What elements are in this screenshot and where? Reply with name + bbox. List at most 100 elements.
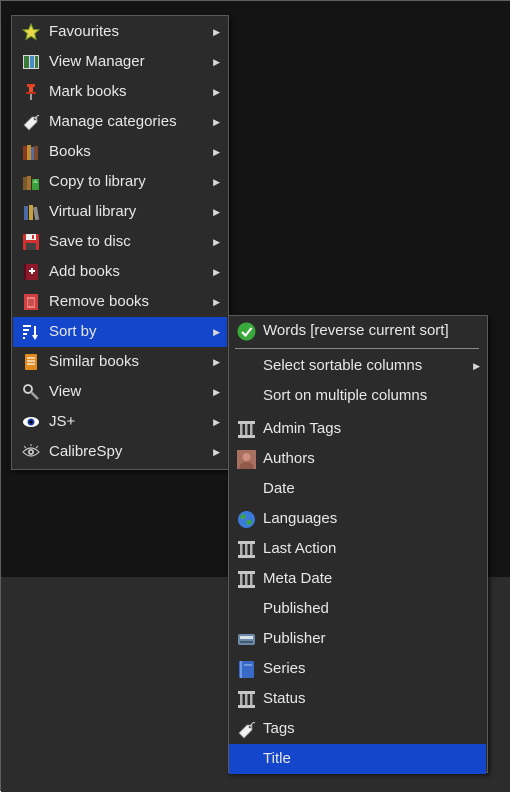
sort-column-meta-date[interactable]: Meta Date bbox=[229, 564, 487, 594]
magnifier-icon bbox=[23, 384, 39, 400]
sort-column-authors[interactable]: Authors bbox=[229, 444, 487, 474]
sort-by-submenu: Words [reverse current sort] Select sort… bbox=[228, 315, 488, 774]
menu-item-label: Sort by bbox=[49, 323, 97, 340]
submenu-arrow-icon: ▶ bbox=[213, 417, 220, 427]
column-icon bbox=[238, 691, 255, 708]
menu-item-js-plus[interactable]: JS+ ▶ bbox=[13, 407, 227, 437]
menu-item-books[interactable]: Books ▶ bbox=[13, 137, 227, 167]
menu-item-label: Last Action bbox=[263, 540, 337, 557]
menu-item-save-to-disc[interactable]: Save to disc ▶ bbox=[13, 227, 227, 257]
view-manager-icon bbox=[23, 55, 39, 69]
menu-item-similar-books[interactable]: Similar books ▶ bbox=[13, 347, 227, 377]
menu-item-virtual-library[interactable]: Virtual library ▶ bbox=[13, 197, 227, 227]
submenu-item-select-sortable-columns[interactable]: Select sortable columns ▶ bbox=[229, 351, 487, 381]
menu-item-label: Publisher bbox=[263, 630, 326, 647]
author-icon bbox=[237, 450, 256, 469]
similar-books-icon bbox=[25, 354, 37, 370]
menu-item-label: View Manager bbox=[49, 53, 145, 70]
menu-item-label: Books bbox=[49, 143, 91, 160]
menu-item-label: Published bbox=[263, 600, 329, 617]
menu-item-remove-books[interactable]: Remove books ▶ bbox=[13, 287, 227, 317]
menu-item-label: Favourites bbox=[49, 23, 120, 40]
books-icon bbox=[23, 145, 38, 160]
menu-spacer bbox=[229, 412, 487, 413]
submenu-arrow-icon: ▶ bbox=[213, 57, 220, 67]
sort-column-publisher[interactable]: Publisher bbox=[229, 624, 487, 654]
sort-column-tags[interactable]: Tags bbox=[229, 714, 487, 744]
menu-item-copy-to-library[interactable]: Copy to library ▶ bbox=[13, 167, 227, 197]
submenu-arrow-icon: ▶ bbox=[213, 27, 220, 37]
column-icon bbox=[238, 541, 255, 558]
menu-item-label: Date bbox=[263, 480, 295, 497]
menu-item-label: Languages bbox=[263, 510, 338, 527]
submenu-arrow-icon: ▶ bbox=[213, 117, 220, 127]
menu-item-label: Save to disc bbox=[49, 233, 131, 250]
submenu-arrow-icon: ▶ bbox=[213, 357, 220, 367]
menu-item-label: Words [reverse current sort] bbox=[263, 322, 449, 339]
menu-item-calibrespy[interactable]: CalibreSpy ▶ bbox=[13, 437, 227, 467]
save-icon bbox=[23, 234, 39, 250]
submenu-arrow-icon: ▶ bbox=[213, 297, 220, 307]
menu-item-label: Virtual library bbox=[49, 203, 137, 220]
submenu-arrow-icon: ▶ bbox=[213, 387, 220, 397]
submenu-arrow-icon: ▶ bbox=[213, 177, 220, 187]
context-menu: Favourites ▶ View Manager ▶ Mark books ▶… bbox=[11, 15, 229, 470]
menu-item-label: Authors bbox=[263, 450, 315, 467]
column-icon bbox=[238, 421, 255, 438]
tag-icon bbox=[238, 722, 256, 739]
submenu-arrow-icon: ▶ bbox=[213, 327, 220, 337]
menu-item-view[interactable]: View ▶ bbox=[13, 377, 227, 407]
menu-item-sort-by[interactable]: Sort by ▶ bbox=[13, 317, 227, 347]
submenu-arrow-icon: ▶ bbox=[213, 147, 220, 157]
submenu-arrow-icon: ▶ bbox=[213, 87, 220, 97]
menu-item-label: Remove books bbox=[49, 293, 150, 310]
menu-item-label: Meta Date bbox=[263, 570, 333, 587]
sort-column-status[interactable]: Status bbox=[229, 684, 487, 714]
menu-item-label: Select sortable columns bbox=[263, 357, 423, 374]
publisher-icon bbox=[238, 634, 255, 645]
menu-item-label: Manage categories bbox=[49, 113, 177, 130]
menu-item-mark-books[interactable]: Mark books ▶ bbox=[13, 77, 227, 107]
menu-item-label: Add books bbox=[49, 263, 120, 280]
sort-column-title[interactable]: Title bbox=[229, 744, 486, 774]
submenu-item-reverse-sort[interactable]: Words [reverse current sort] bbox=[229, 316, 487, 346]
globe-icon bbox=[238, 511, 255, 528]
spy-eye-icon bbox=[22, 444, 40, 457]
sort-column-series[interactable]: Series bbox=[229, 654, 487, 684]
submenu-item-sort-multiple-columns[interactable]: Sort on multiple columns bbox=[229, 381, 487, 411]
sort-icon bbox=[23, 325, 38, 340]
menu-separator bbox=[235, 348, 479, 349]
submenu-arrow-icon: ▶ bbox=[213, 267, 220, 277]
sort-column-admin-tags[interactable]: Admin Tags bbox=[229, 414, 487, 444]
submenu-arrow-icon: ▶ bbox=[213, 447, 220, 457]
virtual-library-icon bbox=[24, 205, 40, 221]
menu-item-label: Sort on multiple columns bbox=[263, 387, 428, 404]
menu-item-favourites[interactable]: Favourites ▶ bbox=[13, 17, 227, 47]
menu-item-label: CalibreSpy bbox=[49, 443, 123, 460]
eye-icon bbox=[23, 417, 39, 427]
menu-item-label: View bbox=[49, 383, 82, 400]
menu-item-manage-categories[interactable]: Manage categories ▶ bbox=[13, 107, 227, 137]
menu-item-label: Copy to library bbox=[49, 173, 146, 190]
menu-item-add-books[interactable]: Add books ▶ bbox=[13, 257, 227, 287]
menu-item-label: Mark books bbox=[49, 83, 127, 100]
tag-icon bbox=[23, 114, 40, 131]
series-icon bbox=[239, 661, 254, 678]
pin-icon bbox=[26, 84, 36, 100]
sort-column-published[interactable]: Published bbox=[229, 594, 487, 624]
submenu-arrow-icon: ▶ bbox=[473, 361, 480, 371]
checkmark-icon bbox=[237, 322, 256, 341]
menu-item-label: Series bbox=[263, 660, 306, 677]
menu-item-label: Title bbox=[263, 750, 291, 767]
trash-icon bbox=[24, 294, 38, 310]
submenu-arrow-icon: ▶ bbox=[213, 237, 220, 247]
menu-item-label: Similar books bbox=[49, 353, 140, 370]
menu-item-view-manager[interactable]: View Manager ▶ bbox=[13, 47, 227, 77]
star-icon bbox=[22, 23, 40, 41]
menu-item-label: Status bbox=[263, 690, 306, 707]
sort-column-languages[interactable]: Languages bbox=[229, 504, 487, 534]
sort-column-date[interactable]: Date bbox=[229, 474, 487, 504]
menu-item-label: Tags bbox=[263, 720, 295, 737]
copy-library-icon bbox=[23, 176, 39, 190]
sort-column-last-action[interactable]: Last Action bbox=[229, 534, 487, 564]
